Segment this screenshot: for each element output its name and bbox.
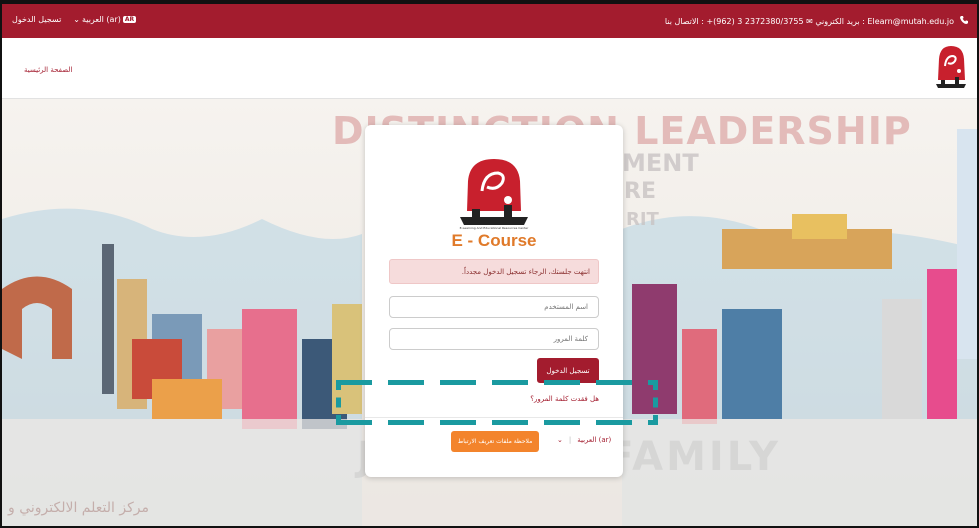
mutah-logo[interactable] [933, 44, 969, 92]
brand-title: E - Course [451, 231, 537, 250]
session-expired-alert: انتهت جلستك، الرجاء تسجيل الدخول مجدداً. [389, 259, 599, 284]
language-selector[interactable]: ⌄ | العربية (ar) [557, 436, 611, 444]
contact-info: Elearn@mutah.edu.jo : بريد الكتروني ✉ 23… [665, 15, 969, 27]
slogan-word-1: MENT [622, 149, 699, 177]
corner-watermark-text: مركز التعلم الالكتروني و [8, 500, 149, 516]
language-selector-label: العربية (ar) [577, 436, 612, 444]
contact-text: Elearn@mutah.edu.jo : بريد الكتروني ✉ 23… [664, 16, 954, 26]
chevron-down-icon: ⌄ [73, 15, 80, 24]
language-menu-label: العربية (ar) [82, 15, 121, 24]
username-input[interactable] [389, 296, 599, 318]
annotation-box [336, 380, 658, 425]
slogan-word-2: RE [624, 179, 656, 204]
top-bar: تسجيل الدخول ⌄ العربية (ar) AR Elearn@mu… [2, 4, 977, 38]
e-course-logo [460, 159, 528, 225]
language-badge: AR [122, 16, 137, 23]
language-menu[interactable]: ⌄ العربية (ar) AR [73, 15, 139, 24]
navbar: الصفحة الرئيسية [2, 38, 977, 99]
phone-icon [959, 15, 969, 27]
login-link[interactable]: تسجيل الدخول [12, 15, 61, 24]
chevron-down-icon: ⌄ [557, 436, 563, 444]
annotation-top-dashes [336, 380, 658, 385]
home-link[interactable]: الصفحة الرئيسية [24, 66, 72, 74]
brand-subtitle: E-Learning And Educational Resources Cen… [459, 226, 529, 230]
password-input[interactable] [389, 328, 599, 350]
slogan-word-3: RIT [626, 209, 659, 230]
cookie-notice-button[interactable]: ملاحظة ملفات تعريف الارتباط [451, 431, 539, 452]
annotation-bottom-dashes [336, 420, 658, 425]
separator: | [568, 436, 572, 444]
